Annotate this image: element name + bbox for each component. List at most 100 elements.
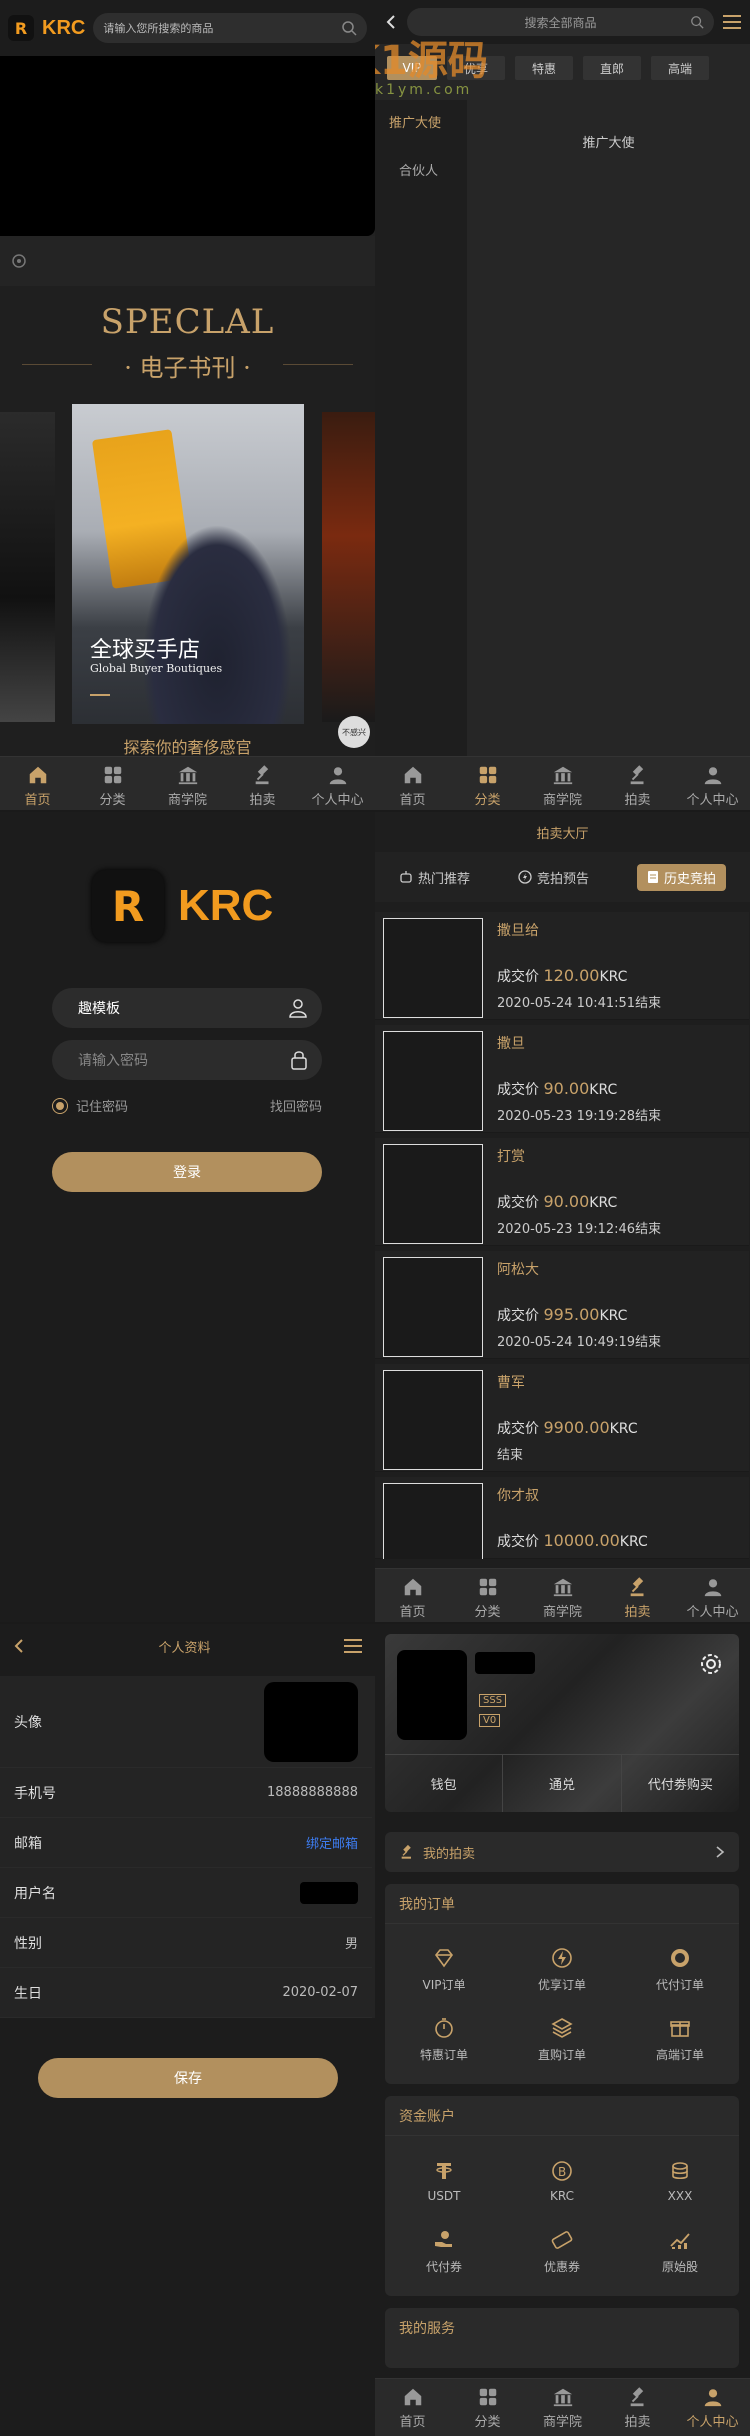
orders-grid: VIP订单 优享订单 代付订单 特惠订单 直购订单 高端订单	[385, 1924, 739, 2074]
tab-home[interactable]: 首页	[375, 2379, 450, 2436]
list-item[interactable]: 曹军 成交价 9900.00KRC 结束	[375, 1364, 749, 1472]
carousel-main-card[interactable]: 全球买手店 Global Buyer Boutiques	[72, 404, 304, 724]
order-direct[interactable]: 直购订单	[503, 2004, 621, 2074]
grid-icon	[104, 766, 121, 783]
list-item[interactable]: 阿松大 成交价 995.00KRC 2020-05-24 10:49:19结束	[375, 1251, 749, 1359]
home-icon	[29, 766, 46, 783]
gear-icon[interactable]	[699, 1652, 723, 1676]
carousel-caption: 探索你的奢侈感官	[123, 738, 252, 757]
wallet-item[interactable]: 钱包	[385, 1755, 504, 1812]
order-youxiang[interactable]: 优享订单	[503, 1934, 621, 2004]
bind-email-link[interactable]: 绑定邮箱	[306, 1833, 358, 1852]
tab-home[interactable]: 首页	[0, 757, 75, 810]
sidebar-item-promoter[interactable]: 推广大使	[375, 100, 467, 142]
home-search-input[interactable]: 请输入您所搜索的商品	[93, 13, 367, 43]
order-tehui[interactable]: 特惠订单	[385, 2004, 503, 2074]
login-logo: R KRC	[92, 868, 292, 944]
tab-home[interactable]: 首页	[375, 1569, 450, 1622]
tab-academy[interactable]: 商学院	[525, 2379, 600, 2436]
row-avatar[interactable]: 头像	[0, 1676, 372, 1768]
list-item[interactable]: 你才叔 成交价 10000.00KRC	[375, 1477, 749, 1559]
tab-profile[interactable]: 个人中心	[675, 1569, 750, 1622]
order-vip[interactable]: VIP订单	[385, 1934, 503, 2004]
ticket-icon	[551, 2230, 573, 2249]
bolt-icon	[552, 1947, 572, 1968]
list-item[interactable]: 打赏 成交价 90.00KRC 2020-05-23 19:12:46结束	[375, 1138, 749, 1246]
tab-academy[interactable]: 商学院	[150, 757, 225, 810]
carousel-next-card[interactable]	[322, 412, 375, 722]
gift-icon	[670, 2020, 690, 2037]
tab-category[interactable]: 分类	[450, 757, 525, 810]
item-price: 成交价 90.00KRC	[497, 1079, 618, 1098]
asset-coupon[interactable]: 优惠券	[503, 2216, 621, 2286]
tab-auction[interactable]: 拍卖	[600, 757, 675, 810]
tab-profile[interactable]: 个人中心	[675, 2379, 750, 2436]
chip-tehui[interactable]: 特惠	[515, 56, 573, 80]
tab-category[interactable]: 分类	[450, 1569, 525, 1622]
item-price: 成交价 90.00KRC	[497, 1192, 618, 1211]
asset-usdt[interactable]: USDT	[385, 2146, 503, 2216]
grid-icon	[479, 2388, 496, 2405]
tab-profile[interactable]: 个人中心	[300, 757, 375, 810]
asset-xxx[interactable]: XXX	[621, 2146, 739, 2216]
menu-icon[interactable]	[722, 14, 742, 30]
row-label: 性别	[14, 1935, 42, 1952]
auction-screen: 拍卖大厅 热门推荐 竞拍预告 历史竞拍 撒旦给 成交价 120.00KRC 2020…	[375, 812, 750, 1622]
bank-icon	[553, 2388, 572, 2406]
tab-hot[interactable]: 热门推荐	[399, 868, 470, 887]
tab-preview[interactable]: 竞拍预告	[518, 868, 589, 887]
order-proxy[interactable]: 代付订单	[621, 1934, 739, 2004]
chip-zhilang[interactable]: 直郎	[583, 56, 641, 80]
login-button[interactable]: 登录	[52, 1152, 322, 1192]
forgot-link[interactable]: 找回密码	[270, 1096, 322, 1115]
username-field[interactable]: 趣模板	[52, 988, 322, 1028]
item-name: 阿松大	[497, 1262, 539, 1278]
asset-shares[interactable]: 原始股	[621, 2216, 739, 2286]
tab-academy[interactable]: 商学院	[525, 1569, 600, 1622]
save-button[interactable]: 保存	[38, 2058, 338, 2098]
account-tab-bar: 首页 分类 商学院 拍卖 个人中心	[375, 2378, 750, 2436]
avatar[interactable]	[264, 1681, 358, 1762]
item-thumbnail	[383, 918, 483, 1018]
notice-bar	[0, 236, 375, 286]
item-name: 撒旦给	[497, 923, 539, 939]
back-icon[interactable]	[12, 1638, 26, 1654]
remember-toggle[interactable]: 记住密码	[52, 1096, 128, 1115]
account-screen: SSS V0 钱包 通兑 代付劵购买 我的拍卖 我的订单 VIP订单 优享订单 …	[375, 1624, 750, 2436]
svg-text:B: B	[558, 2165, 566, 2179]
menu-icon[interactable]	[343, 1638, 363, 1654]
password-field[interactable]: 请输入密码	[52, 1040, 322, 1080]
tab-home[interactable]: 首页	[375, 757, 450, 810]
category-search-placeholder: 搜索全部商品	[524, 15, 597, 30]
exchange-item[interactable]: 通兑	[503, 1755, 622, 1812]
order-gaoduan[interactable]: 高端订单	[621, 2004, 739, 2074]
chip-gaoduan[interactable]: 高端	[651, 56, 709, 80]
list-item[interactable]: 撒旦给 成交价 120.00KRC 2020-05-24 10:41:51结束	[375, 912, 749, 1020]
item-thumbnail	[383, 1483, 483, 1559]
tab-profile[interactable]: 个人中心	[675, 757, 750, 810]
tab-auction[interactable]: 拍卖	[600, 2379, 675, 2436]
asset-proxy-voucher[interactable]: 代付券	[385, 2216, 503, 2286]
remember-label: 记住密码	[76, 1100, 129, 1115]
list-item[interactable]: 撒旦 成交价 90.00KRC 2020-05-23 19:19:28结束	[375, 1025, 749, 1133]
layers-icon	[551, 2017, 573, 2038]
tab-auction[interactable]: 拍卖	[225, 757, 300, 810]
row-username[interactable]: 用户名	[0, 1868, 372, 1918]
carousel-prev-card[interactable]	[0, 412, 55, 722]
my-auction-row[interactable]: 我的拍卖	[385, 1832, 739, 1872]
video-player[interactable]	[0, 56, 375, 236]
asset-krc[interactable]: B KRC	[503, 2146, 621, 2216]
account-avatar[interactable]	[397, 1650, 467, 1740]
row-email[interactable]: 邮箱 绑定邮箱	[0, 1818, 372, 1868]
tab-category[interactable]: 分类	[75, 757, 150, 810]
voucher-buy-item[interactable]: 代付劵购买	[622, 1755, 739, 1812]
tab-category[interactable]: 分类	[450, 2379, 525, 2436]
tab-history[interactable]: 历史竞拍	[636, 863, 726, 891]
sidebar-item-partner[interactable]: 合伙人	[375, 142, 467, 196]
row-gender[interactable]: 性别 男	[0, 1918, 372, 1968]
row-phone[interactable]: 手机号 18888888888	[0, 1768, 372, 1818]
row-birthday[interactable]: 生日 2020-02-07	[0, 1968, 372, 2018]
tab-academy[interactable]: 商学院	[525, 757, 600, 810]
tab-auction[interactable]: 拍卖	[600, 1569, 675, 1622]
category-content-label: 推广大使	[582, 136, 635, 151]
